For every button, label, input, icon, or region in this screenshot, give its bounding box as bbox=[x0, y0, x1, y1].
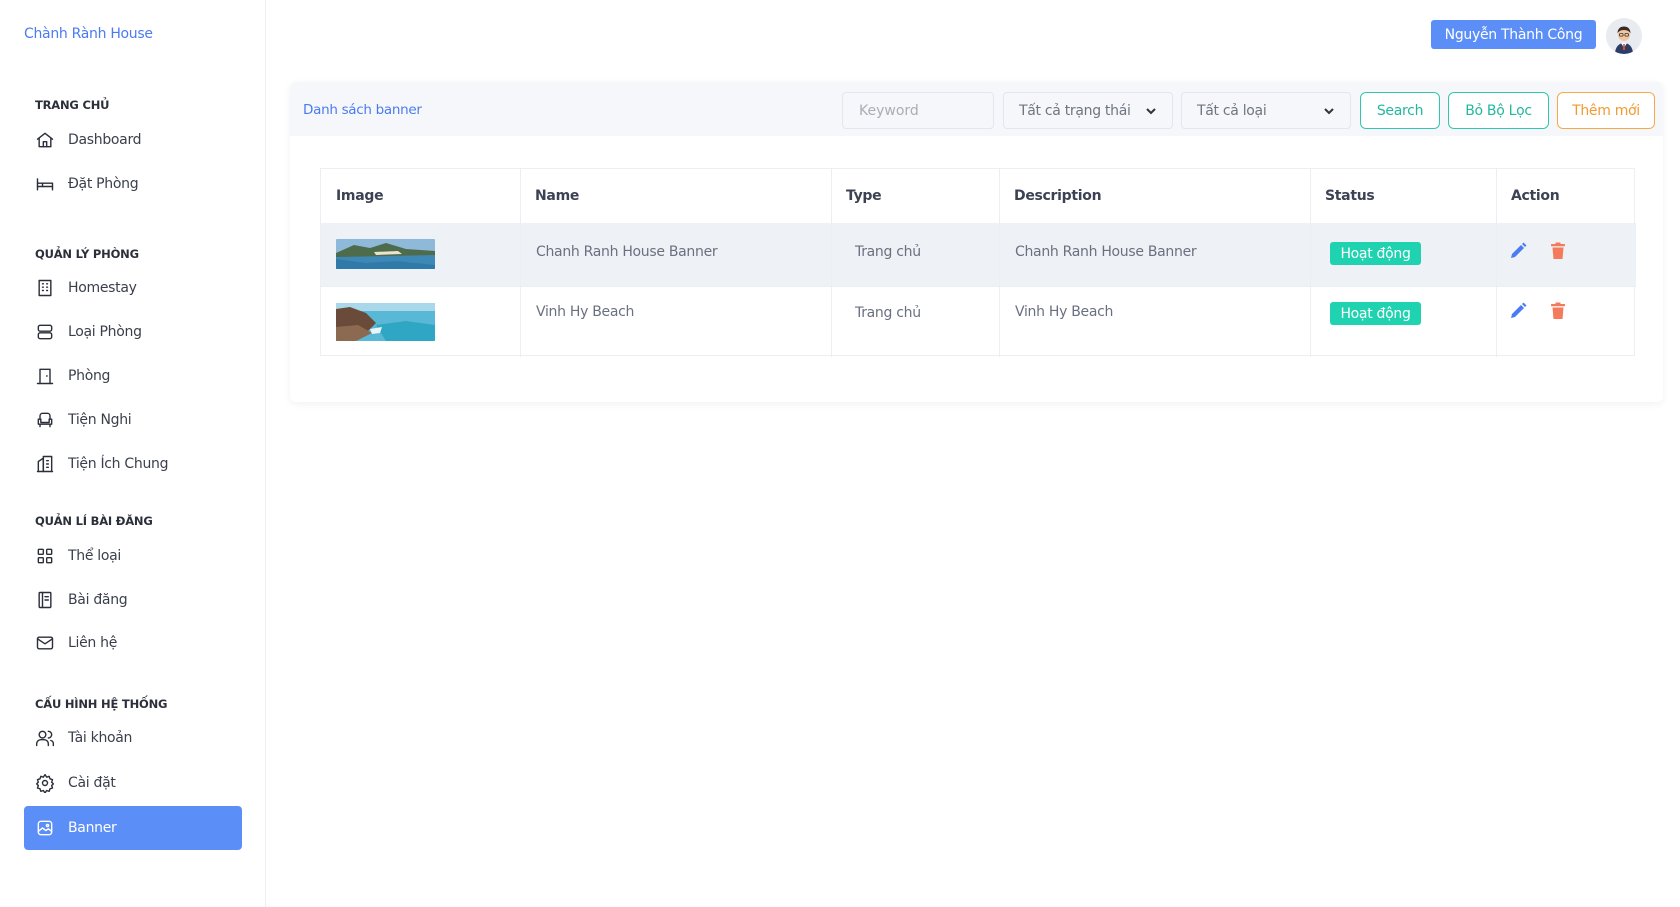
row-type: Trang chủ bbox=[855, 305, 921, 321]
sidebar-item-loai-phong[interactable]: Loại Phòng bbox=[24, 310, 242, 354]
table-row[interactable]: Vinh Hy Beach Trang chủ Vinh Hy Beach Ho… bbox=[321, 286, 1636, 356]
server-icon bbox=[35, 322, 55, 342]
sidebar: Chành Rành House TRANG CHỦ Dashboard Đặt… bbox=[0, 0, 266, 907]
column-header-type: Type bbox=[846, 188, 882, 204]
add-new-button[interactable]: Thêm mới bbox=[1557, 92, 1655, 129]
sidebar-item-bai-dang[interactable]: Bài đăng bbox=[24, 578, 242, 622]
section-title-posts: QUẢN LÍ BÀI ĐĂNG bbox=[35, 514, 153, 528]
sidebar-item-label: Cài đặt bbox=[68, 775, 116, 791]
sidebar-item-cai-dat[interactable]: Cài đặt bbox=[24, 761, 242, 805]
armchair-icon bbox=[35, 410, 55, 430]
user-menu-button[interactable]: Nguyễn Thành Công bbox=[1431, 20, 1596, 49]
row-name: Chanh Ranh House Banner bbox=[536, 244, 718, 260]
image-icon bbox=[35, 818, 55, 838]
sidebar-item-banner[interactable]: Banner bbox=[24, 806, 242, 850]
status-badge: Hoạt động bbox=[1330, 242, 1421, 265]
status-badge: Hoạt động bbox=[1330, 302, 1421, 325]
brand-logo[interactable]: Chành Rành House bbox=[24, 26, 153, 42]
sidebar-item-label: Đặt Phòng bbox=[68, 176, 139, 192]
row-description: Chanh Ranh House Banner bbox=[1015, 244, 1197, 260]
edit-icon[interactable] bbox=[1508, 301, 1528, 321]
banner-table: Chanh Ranh House Banner Trang chủ Chanh … bbox=[320, 168, 1636, 357]
banner-list-card: Danh sách banner Tất cả trạng thái Tất c… bbox=[290, 82, 1663, 402]
row-description: Vinh Hy Beach bbox=[1015, 304, 1114, 320]
building-icon bbox=[35, 278, 55, 298]
sidebar-item-label: Phòng bbox=[68, 368, 111, 384]
sidebar-item-label: Banner bbox=[68, 820, 117, 836]
sidebar-item-dashboard[interactable]: Dashboard bbox=[24, 118, 242, 162]
edit-icon[interactable] bbox=[1508, 241, 1528, 261]
sidebar-item-tai-khoan[interactable]: Tài khoản bbox=[24, 716, 242, 760]
type-select[interactable]: Tất cả loại bbox=[1181, 92, 1351, 129]
section-title-system: CẤU HÌNH HỆ THỐNG bbox=[35, 697, 168, 711]
card-toolbar: Danh sách banner Tất cả trạng thái Tất c… bbox=[290, 82, 1663, 136]
sidebar-item-the-loai[interactable]: Thể loại bbox=[24, 534, 242, 578]
banner-thumbnail bbox=[336, 303, 435, 341]
gear-icon bbox=[35, 773, 55, 793]
type-select-value: Tất cả loại bbox=[1197, 102, 1267, 119]
column-divider bbox=[999, 169, 1000, 357]
status-select[interactable]: Tất cả trạng thái bbox=[1003, 92, 1173, 129]
section-title-home: TRANG CHỦ bbox=[35, 98, 110, 112]
sidebar-item-tien-ich-chung[interactable]: Tiện Ích Chung bbox=[24, 442, 242, 486]
door-icon bbox=[35, 366, 55, 386]
section-title-rooms: QUẢN LÝ PHÒNG bbox=[35, 247, 139, 261]
delete-icon[interactable] bbox=[1548, 301, 1568, 321]
sidebar-item-label: Tài khoản bbox=[68, 730, 133, 746]
mail-icon bbox=[35, 633, 55, 653]
sidebar-item-homestay[interactable]: Homestay bbox=[24, 266, 242, 310]
sidebar-item-label: Thể loại bbox=[68, 548, 122, 564]
keyword-input[interactable] bbox=[842, 92, 994, 129]
column-header-action: Action bbox=[1511, 188, 1560, 204]
column-header-status: Status bbox=[1325, 188, 1375, 204]
column-divider bbox=[1496, 169, 1497, 357]
banner-thumbnail bbox=[336, 239, 435, 269]
chevron-down-icon bbox=[1322, 104, 1336, 118]
sidebar-item-label: Bài đăng bbox=[68, 592, 128, 608]
sidebar-item-label: Tiện Nghi bbox=[68, 412, 132, 428]
table-row[interactable]: Chanh Ranh House Banner Trang chủ Chanh … bbox=[321, 223, 1636, 286]
sidebar-item-label: Dashboard bbox=[68, 132, 142, 148]
status-select-value: Tất cả trạng thái bbox=[1019, 102, 1131, 119]
column-divider bbox=[520, 169, 521, 357]
users-icon bbox=[35, 728, 55, 748]
search-button[interactable]: Search bbox=[1360, 92, 1440, 129]
column-divider bbox=[831, 169, 832, 357]
clear-filter-button[interactable]: Bỏ Bộ Lọc bbox=[1448, 92, 1549, 129]
column-header-image: Image bbox=[336, 188, 384, 204]
sidebar-item-label: Liên hệ bbox=[68, 635, 118, 651]
notebook-icon bbox=[35, 590, 55, 610]
column-header-name: Name bbox=[535, 188, 580, 204]
avatar-icon[interactable] bbox=[1606, 18, 1642, 54]
page-title: Danh sách banner bbox=[303, 102, 422, 118]
sidebar-item-tien-nghi[interactable]: Tiện Nghi bbox=[24, 398, 242, 442]
row-type: Trang chủ bbox=[855, 244, 921, 260]
sidebar-item-label: Homestay bbox=[68, 280, 137, 296]
sidebar-item-label: Tiện Ích Chung bbox=[68, 456, 169, 472]
home-icon bbox=[35, 130, 55, 150]
sidebar-item-lien-he[interactable]: Liên hệ bbox=[24, 621, 242, 665]
sidebar-item-label: Loại Phòng bbox=[68, 324, 142, 340]
buildings-icon bbox=[35, 454, 55, 474]
delete-icon[interactable] bbox=[1548, 241, 1568, 261]
sidebar-item-dat-phong[interactable]: Đặt Phòng bbox=[24, 162, 242, 206]
column-divider bbox=[1310, 169, 1311, 357]
bed-icon bbox=[35, 174, 55, 194]
chevron-down-icon bbox=[1144, 104, 1158, 118]
row-name: Vinh Hy Beach bbox=[536, 304, 635, 320]
grid-icon bbox=[35, 546, 55, 566]
sidebar-item-phong[interactable]: Phòng bbox=[24, 354, 242, 398]
column-header-description: Description bbox=[1014, 188, 1102, 204]
